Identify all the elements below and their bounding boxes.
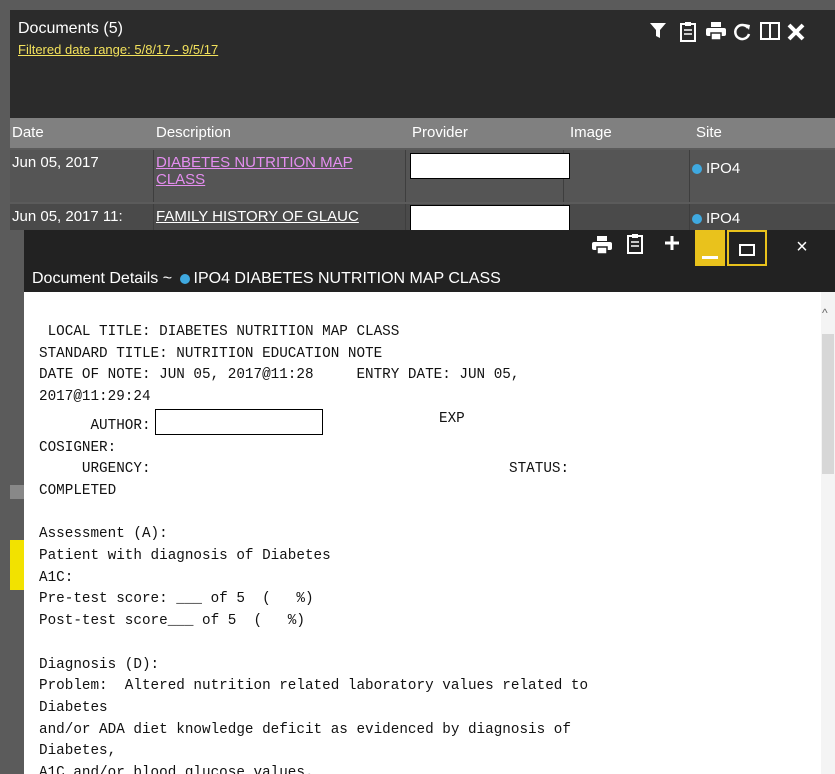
documents-header: Documents (5) Filtered date range: 5/8/1… [10, 10, 835, 118]
dialog-title-prefix: Document Details ~ [32, 270, 173, 287]
scrollbar-thumb[interactable] [822, 334, 834, 474]
note-line: COMPLETED [39, 482, 117, 499]
column-header-site[interactable]: Site [696, 124, 722, 141]
print-icon[interactable] [592, 236, 612, 259]
table-row[interactable]: Jun 05, 2017 DIABETES NUTRITION MAP CLAS… [10, 150, 835, 202]
row-description: DIABETES NUTRITION MAP CLASS [154, 150, 406, 202]
site-label: IPO4 [706, 210, 741, 227]
dialog-title-text: IPO4 DIABETES NUTRITION MAP CLASS [193, 270, 501, 287]
urgency-label: URGENCY: [39, 461, 151, 478]
note-line: and/or ADA diet knowledge deficit as evi… [39, 721, 571, 738]
note-line: A1C and/or blood glucose values. [39, 765, 314, 774]
description-link[interactable]: FAMILY HISTORY OF GLAUC [156, 208, 359, 225]
filter-date-range-link[interactable]: Filtered date range: 5/8/17 - 9/5/17 [18, 42, 218, 57]
note-line: 2017@11:29:24 [39, 389, 151, 406]
site-dot-icon [692, 214, 702, 224]
column-header-provider[interactable]: Provider [412, 124, 468, 141]
note-line: Pre-test score: ___ of 5 ( %) [39, 591, 314, 608]
row-provider [406, 150, 570, 202]
dialog-titlebar: × Document Details ~ IPO4 DIABETES NUTRI… [24, 230, 835, 290]
site-dot-icon [692, 164, 702, 174]
close-button[interactable]: × [769, 230, 835, 266]
table-row[interactable]: Jun 05, 2017 11: FAMILY HISTORY OF GLAUC… [10, 204, 835, 231]
note-line: A1C: [39, 569, 74, 586]
selected-row-marker [10, 540, 24, 590]
note-line: Diabetes [39, 699, 108, 716]
minimize-button[interactable] [695, 230, 725, 266]
author-suffix: EXP [439, 410, 465, 427]
document-details-dialog: × Document Details ~ IPO4 DIABETES NUTRI… [24, 230, 835, 774]
note-line: LOCAL TITLE: DIABETES NUTRITION MAP CLAS… [39, 324, 400, 340]
dialog-body: LOCAL TITLE: DIABETES NUTRITION MAP CLAS… [24, 292, 835, 774]
column-header-image[interactable]: Image [570, 124, 612, 141]
refresh-icon[interactable] [732, 22, 752, 46]
column-header-description[interactable]: Description [156, 124, 231, 141]
note-line: Post-test score___ of 5 ( %) [39, 613, 305, 630]
note-line: AUTHOR: EXP [39, 408, 588, 438]
maximize-icon [739, 244, 755, 256]
add-icon[interactable] [664, 235, 680, 256]
note-line: URGENCY: STATUS: [39, 459, 588, 481]
row-description: FAMILY HISTORY OF GLAUC [154, 204, 406, 230]
print-icon[interactable] [706, 22, 726, 44]
documents-title: Documents (5) [18, 20, 123, 37]
note-text: LOCAL TITLE: DIABETES NUTRITION MAP CLAS… [39, 322, 588, 774]
note-line: Problem: Altered nutrition related labor… [39, 678, 589, 695]
note-line: Assessment (A): [39, 526, 168, 543]
note-line: DATE OF NOTE: JUN 05, 2017@11:28 ENTRY D… [39, 367, 520, 384]
clipboard-icon[interactable] [680, 22, 696, 46]
row-image [564, 150, 690, 202]
column-header-row: Date Description Provider Image Site [10, 118, 835, 148]
note-line: Patient with diagnosis of Diabetes [39, 548, 331, 565]
author-label: AUTHOR: [39, 417, 151, 434]
row-image [564, 204, 690, 230]
minimize-icon [702, 256, 718, 259]
redacted-provider [410, 153, 570, 179]
expand-icon[interactable] [760, 22, 780, 44]
site-dot-icon [179, 274, 190, 284]
row-stub [10, 485, 24, 499]
filter-icon[interactable] [650, 22, 666, 44]
note-line: Diagnosis (D): [39, 656, 160, 673]
close-icon[interactable] [786, 22, 806, 46]
note-line: COSIGNER: [39, 439, 117, 456]
redacted-provider [410, 205, 570, 231]
column-header-date[interactable]: Date [12, 124, 44, 141]
row-date: Jun 05, 2017 11: [10, 204, 154, 230]
dialog-title: Document Details ~ IPO4 DIABETES NUTRITI… [32, 270, 501, 288]
row-date: Jun 05, 2017 [10, 150, 154, 202]
redacted-author [154, 408, 323, 435]
note-line: STANDARD TITLE: NUTRITION EDUCATION NOTE [39, 345, 383, 362]
note-line: Diabetes, [39, 743, 117, 760]
description-link[interactable]: DIABETES NUTRITION MAP CLASS [156, 154, 353, 188]
scroll-up-icon[interactable]: ^ [822, 306, 828, 320]
row-site: IPO4 [690, 150, 835, 202]
maximize-button[interactable] [727, 230, 767, 266]
row-provider [406, 204, 570, 231]
status-label: STATUS: [509, 461, 570, 478]
clipboard-icon[interactable] [627, 234, 643, 259]
site-label: IPO4 [706, 160, 741, 177]
row-site: IPO4 [690, 204, 835, 230]
